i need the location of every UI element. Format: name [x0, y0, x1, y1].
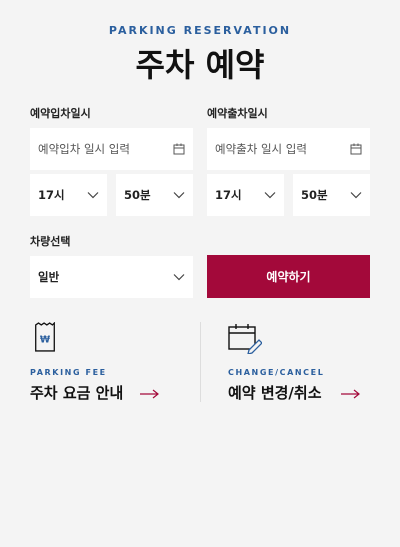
- chevron-down-icon: [173, 274, 185, 281]
- change-cancel-eyebrow: CHANGE/CANCEL: [228, 368, 325, 377]
- entry-datetime-label: 예약입차일시: [30, 107, 91, 120]
- exit-date-placeholder: 예약출차 일시 입력: [215, 142, 307, 156]
- entry-hour-select[interactable]: 17시: [30, 174, 107, 216]
- vehicle-select-label: 차량선택: [30, 235, 71, 248]
- arrow-right-icon: [140, 389, 159, 399]
- chevron-down-icon: [87, 192, 99, 199]
- chevron-down-icon: [173, 192, 185, 199]
- chevron-down-icon: [350, 192, 362, 199]
- exit-minute-select[interactable]: 50분: [293, 174, 370, 216]
- exit-minute-value: 50분: [301, 188, 328, 202]
- exit-hour-select[interactable]: 17시: [207, 174, 284, 216]
- change-cancel-title: 예약 변경/취소: [228, 384, 322, 402]
- entry-minute-value: 50분: [124, 188, 151, 202]
- calendar-icon[interactable]: [173, 143, 185, 155]
- reserve-button[interactable]: 예약하기: [207, 255, 370, 298]
- page-eyebrow: PARKING RESERVATION: [108, 24, 292, 37]
- parking-fee-link[interactable]: ₩ PARKING FEE 주차 요금 안내: [30, 320, 190, 410]
- vehicle-type-select[interactable]: 일반: [30, 256, 193, 298]
- arrow-right-icon: [341, 389, 360, 399]
- exit-date-input[interactable]: 예약출차 일시 입력: [207, 128, 370, 170]
- exit-datetime-label: 예약출차일시: [207, 107, 268, 120]
- exit-hour-value: 17시: [215, 188, 242, 202]
- parking-fee-title: 주차 요금 안내: [30, 384, 124, 402]
- chevron-down-icon: [264, 192, 276, 199]
- info-divider: [200, 322, 201, 402]
- receipt-won-icon: ₩: [35, 322, 55, 352]
- calendar-icon[interactable]: [350, 143, 362, 155]
- change-cancel-link[interactable]: CHANGE/CANCEL 예약 변경/취소: [228, 320, 378, 410]
- entry-hour-value: 17시: [38, 188, 65, 202]
- entry-date-input[interactable]: 예약입차 일시 입력: [30, 128, 193, 170]
- entry-minute-select[interactable]: 50분: [116, 174, 193, 216]
- vehicle-type-value: 일반: [38, 270, 60, 284]
- entry-date-placeholder: 예약입차 일시 입력: [38, 142, 130, 156]
- svg-text:₩: ₩: [40, 335, 51, 346]
- parking-fee-eyebrow: PARKING FEE: [30, 368, 107, 377]
- calendar-edit-icon: [228, 324, 262, 354]
- page-title: 주차 예약: [135, 46, 265, 84]
